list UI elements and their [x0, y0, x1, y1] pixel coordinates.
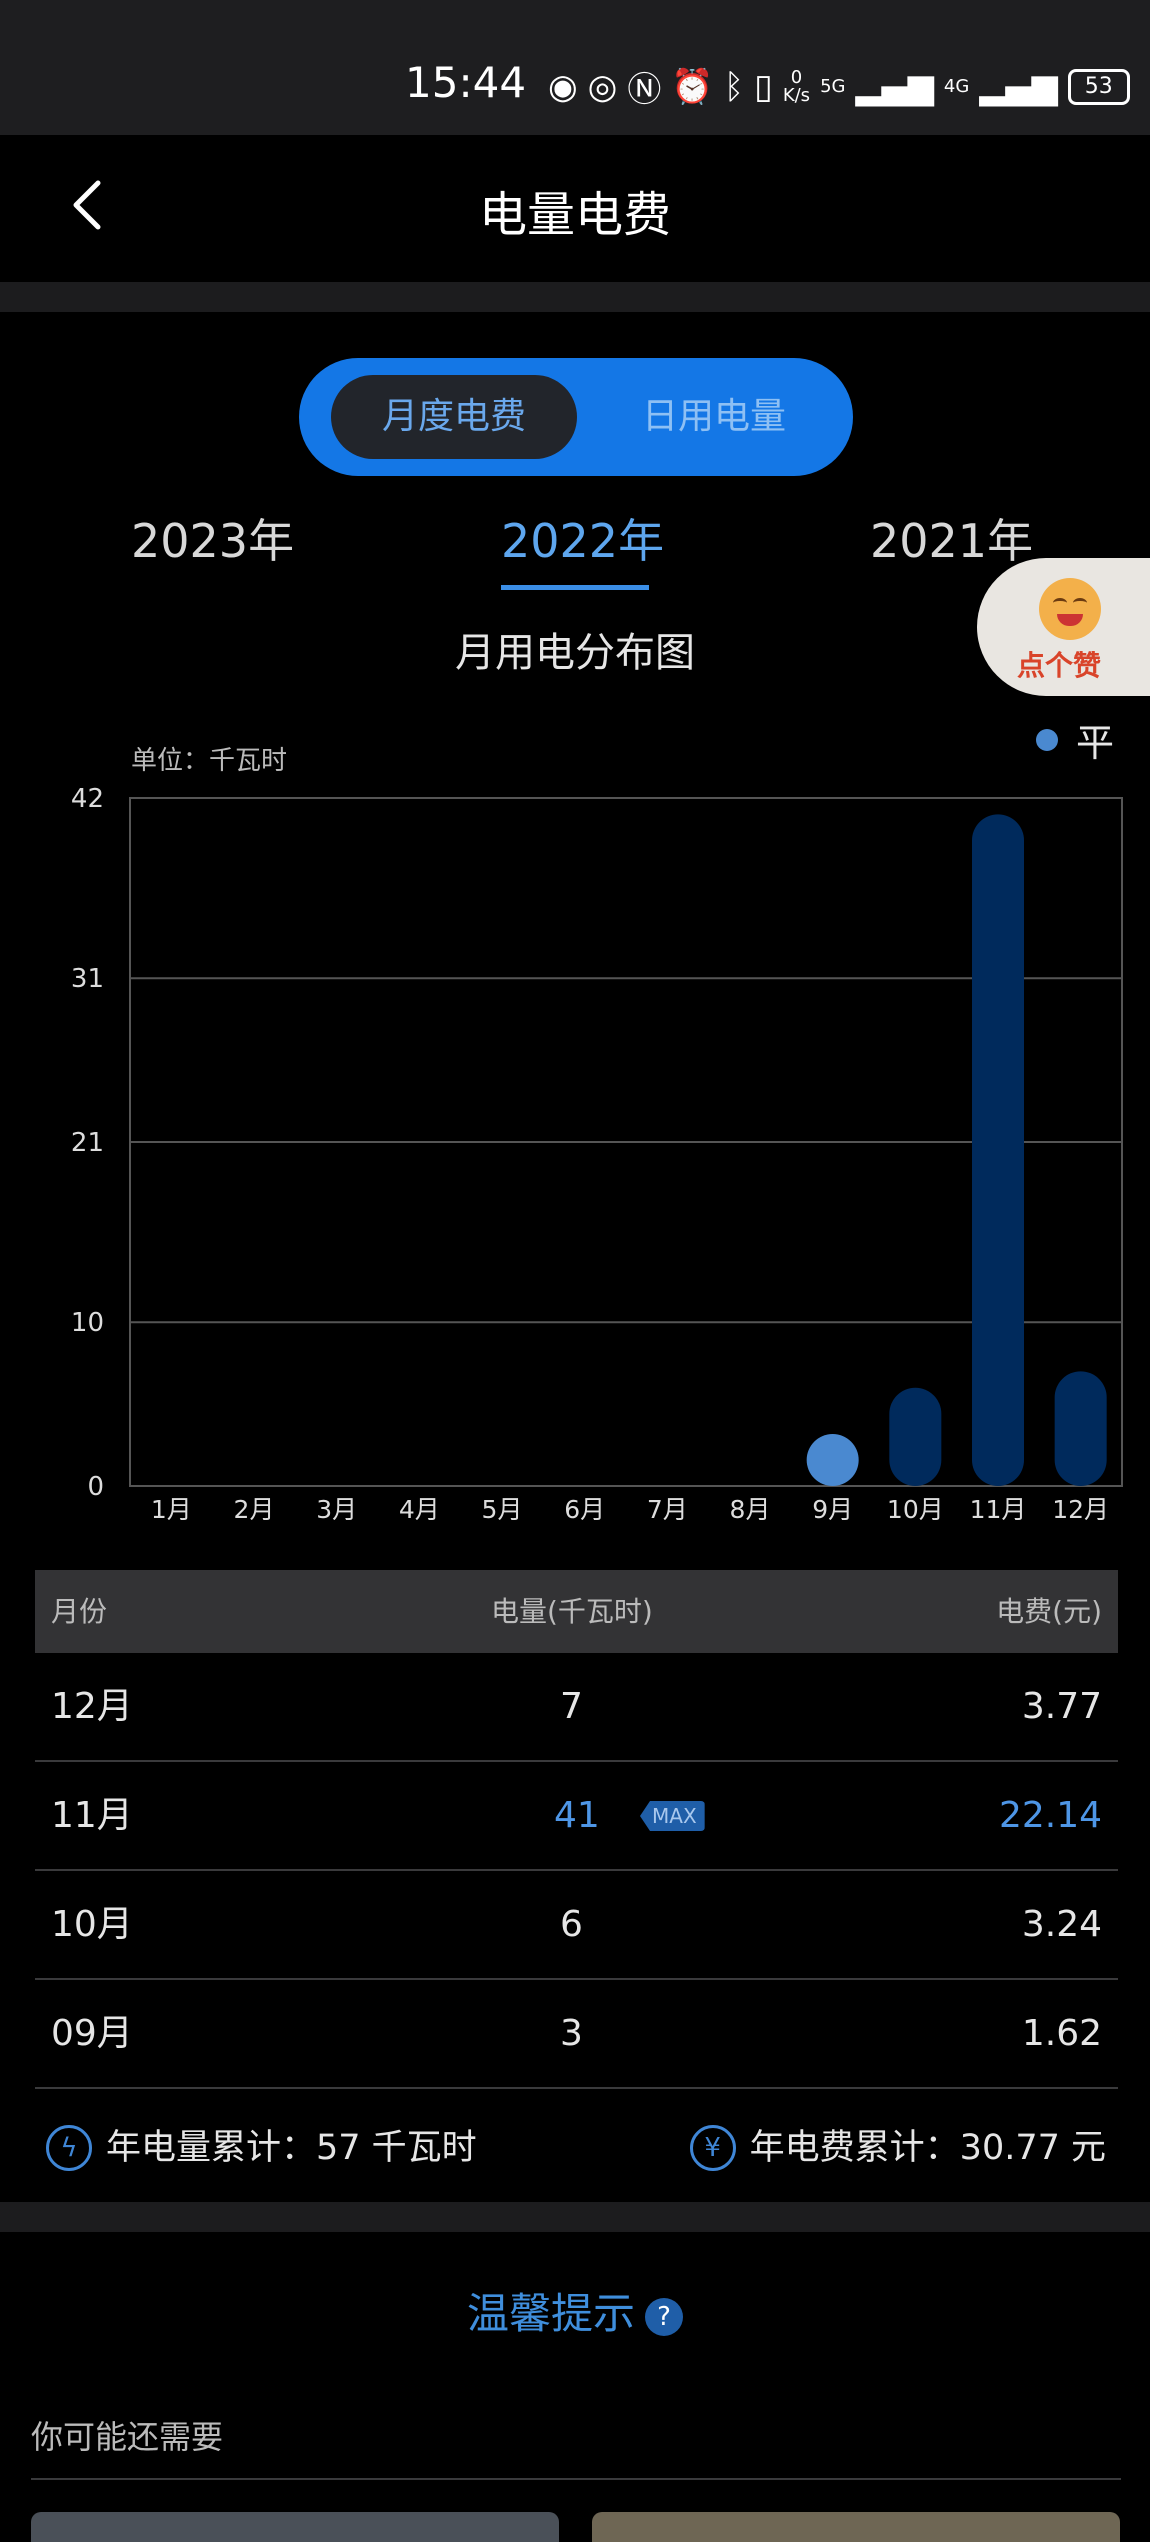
- signal-5g-label: 5G: [820, 75, 846, 97]
- chart-legend: 平: [1036, 712, 1114, 767]
- status-time: 15:44: [405, 58, 527, 107]
- data-bar-max: [972, 814, 1024, 1486]
- signal-icon-2: ▂▄▆: [979, 66, 1058, 107]
- legend-label: 平: [1076, 721, 1115, 765]
- row-energy: 3: [560, 2013, 583, 2054]
- row-month: 09月: [51, 2013, 133, 2054]
- x-tick-label: 7月: [647, 1495, 688, 1520]
- year-tab-2022[interactable]: 2022年: [501, 505, 664, 571]
- recommend-card[interactable]: [31, 2512, 559, 2542]
- divider: [0, 282, 1150, 312]
- x-tick-label: 2月: [234, 1495, 275, 1520]
- row-energy: 7: [560, 1686, 583, 1727]
- table-row[interactable]: 10月 6 3.24: [35, 1871, 1118, 1980]
- y-tick-label: 10: [71, 1308, 104, 1338]
- net-speed: 0 K/s: [782, 66, 811, 106]
- year-tab-2021[interactable]: 2021年: [870, 505, 1033, 571]
- annual-fee-label: 年电费累计：30.77 元: [749, 2128, 1106, 2168]
- chart-unit-label: 单位：千瓦时: [131, 746, 288, 776]
- x-tick-label: 5月: [482, 1495, 523, 1520]
- tips-section: 温馨提示?: [0, 2280, 1150, 2341]
- x-tick-label: 10月: [887, 1495, 944, 1520]
- x-tick-label: 11月: [970, 1495, 1027, 1520]
- table-header: 月份 电量(千瓦时) 电费(元): [35, 1570, 1118, 1653]
- year-tab-2023[interactable]: 2023年: [131, 505, 294, 571]
- signal-icon: ▂▄▆: [855, 66, 934, 107]
- usage-table: 月份 电量(千瓦时) 电费(元) 12月 7 3.77 11月 41 MAX 2…: [35, 1570, 1118, 2089]
- max-badge: MAX: [640, 1801, 705, 1831]
- year-tab-indicator: [501, 585, 649, 590]
- x-tick-label: 6月: [564, 1495, 605, 1520]
- tab-daily-usage[interactable]: 日用电量: [599, 375, 829, 459]
- annual-energy-total: ϟ 年电量累计：57 千瓦时: [46, 2108, 477, 2188]
- divider: [31, 2478, 1121, 2480]
- alarm-icon: ⏰: [671, 66, 714, 107]
- lightning-icon: ϟ: [46, 2125, 92, 2171]
- year-selector: 2023年 2022年 2021年: [0, 505, 1150, 595]
- help-icon[interactable]: ?: [645, 2297, 683, 2336]
- eye-icon: ◎: [587, 66, 618, 107]
- status-bar: 15:44 ◉ ◎ Ⓝ ⏰ ᛒ ▯ 0 K/s 5G ▂▄▆ 4G ▂▄▆ 53: [0, 0, 1150, 135]
- x-tick-label: 4月: [399, 1495, 440, 1520]
- page-title: 电量电费: [478, 187, 671, 243]
- yen-icon: ¥: [689, 2125, 736, 2171]
- annual-energy-label: 年电量累计：57 千瓦时: [106, 2128, 477, 2168]
- col-energy-header: 电量(千瓦时): [491, 1595, 653, 1628]
- hd-icon: ◉: [548, 66, 578, 107]
- row-fee: 22.14: [998, 1795, 1102, 1836]
- col-fee-header: 电费(元): [996, 1595, 1102, 1628]
- row-fee: 3.77: [1021, 1686, 1102, 1727]
- x-tick-label: 12月: [1052, 1495, 1109, 1520]
- monthly-usage-chart: 0 10 21 31 42 1月 2月 3月 4月 5月 6月 7月 8月 9月 10月 11月 12月: [71, 784, 1123, 1520]
- row-month: 10月: [51, 1904, 133, 1945]
- x-tick-label: 3月: [316, 1495, 357, 1520]
- data-bar: [806, 1434, 859, 1486]
- nav-bar: 电量电费: [0, 135, 1150, 282]
- tab-monthly-fee[interactable]: 月度电费: [331, 375, 577, 459]
- x-tick-label: 9月: [812, 1495, 853, 1520]
- row-month: 12月: [51, 1686, 133, 1727]
- data-bar: [889, 1387, 942, 1486]
- view-toggle: 月度电费 日用电量: [299, 358, 853, 476]
- y-tick-label: 0: [87, 1472, 104, 1502]
- table-row[interactable]: 11月 41 MAX 22.14: [35, 1762, 1118, 1871]
- recommend-label: 你可能还需要: [31, 2418, 224, 2456]
- row-energy: 41: [554, 1795, 600, 1836]
- y-tick-label: 21: [71, 1128, 104, 1158]
- bluetooth-icon: ᛒ: [723, 66, 745, 107]
- status-icons: ◉ ◎ Ⓝ ⏰ ᛒ ▯ 0 K/s 5G ▂▄▆ 4G ▂▄▆ 53: [548, 62, 1130, 111]
- legend-dot: [1036, 728, 1058, 751]
- chart-title: 月用电分布图: [455, 630, 695, 676]
- signal-4g-label: 4G: [943, 75, 970, 97]
- row-month: 11月: [51, 1795, 133, 1836]
- recommend-card[interactable]: [592, 2512, 1120, 2542]
- nfc-icon: Ⓝ: [627, 70, 662, 110]
- row-fee: 1.62: [1021, 2013, 1102, 2054]
- divider: [0, 2202, 1150, 2232]
- annual-totals: ϟ 年电量累计：57 千瓦时 ¥ 年电费累计：30.77 元: [0, 2108, 1150, 2188]
- battery-icon: 53: [1067, 68, 1130, 105]
- x-tick-label: 8月: [730, 1495, 771, 1520]
- col-month-header: 月份: [51, 1595, 108, 1628]
- row-fee: 3.24: [1021, 1904, 1102, 1945]
- annual-fee-total: ¥ 年电费累计：30.77 元: [689, 2108, 1106, 2188]
- row-energy: 6: [560, 1904, 583, 1945]
- table-row[interactable]: 12月 7 3.77: [35, 1653, 1118, 1762]
- tips-title: 温馨提示: [466, 2289, 635, 2338]
- y-tick-label: 42: [71, 784, 104, 814]
- vibrate-icon: ▯: [754, 66, 773, 107]
- data-bar: [1054, 1371, 1107, 1486]
- table-row[interactable]: 09月 3 1.62: [35, 1980, 1118, 2089]
- y-tick-label: 31: [71, 964, 104, 994]
- x-tick-label: 1月: [151, 1495, 192, 1520]
